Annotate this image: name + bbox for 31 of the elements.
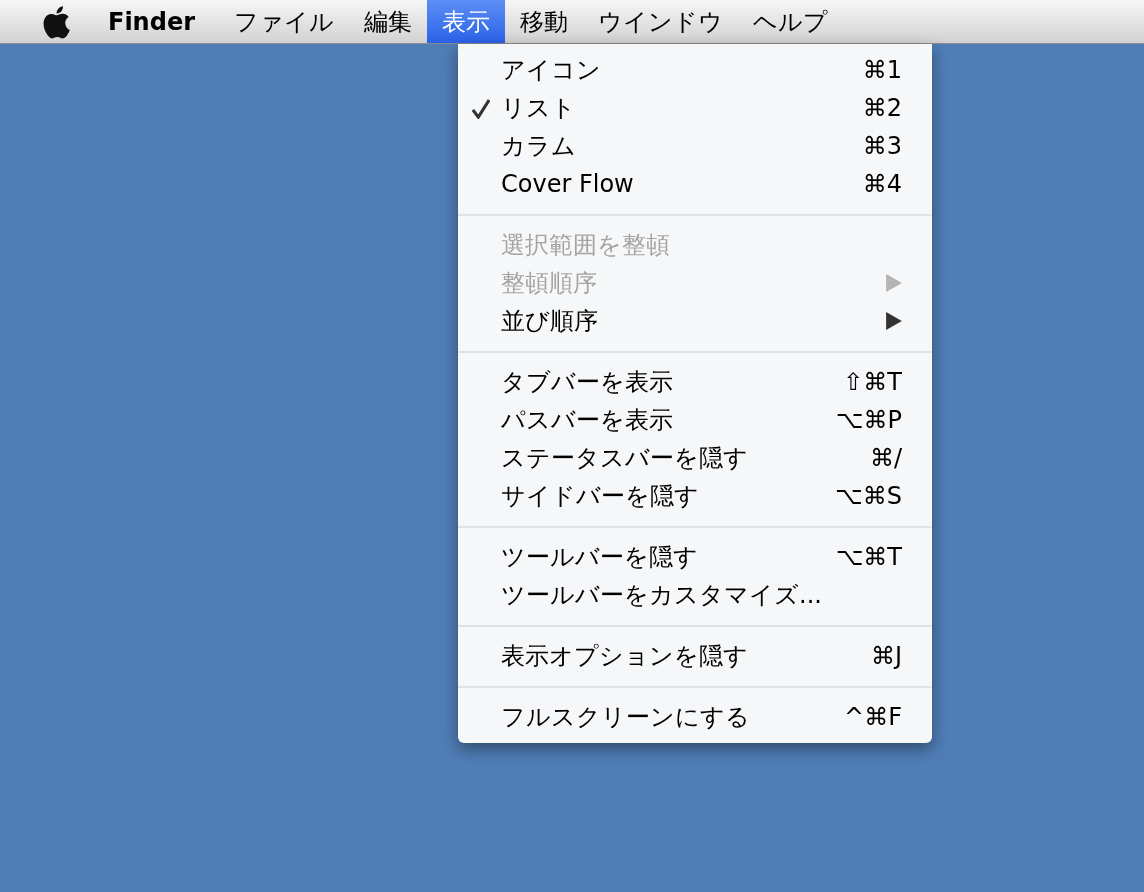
menu-item[interactable]: アイコン ⌘1 (458, 51, 932, 89)
shortcut: ⌘J (870, 641, 902, 672)
shortcut: ⌥⌘S (835, 481, 902, 512)
shortcut: ⌘4 (862, 169, 902, 200)
shortcut: ⌘2 (862, 93, 902, 124)
menu-title[interactable]: ウインドウ (583, 0, 738, 43)
app-menu[interactable]: Finder (108, 3, 195, 40)
menu-item[interactable]: タブバーを表示 ⇧⌘T (458, 363, 932, 401)
menu-title[interactable]: 移動 (505, 0, 583, 43)
menu-item[interactable]: 並び順序 (458, 302, 932, 340)
menu-item[interactable]: Cover Flow ⌘4 (458, 165, 932, 203)
menu-item[interactable]: 表示オプションを隠す ⌘J (458, 637, 932, 675)
menu-title[interactable]: ヘルプ (738, 0, 843, 43)
shortcut: ⌥⌘T (835, 542, 902, 573)
menu-item[interactable]: ツールバーを隠す ⌥⌘T (458, 538, 932, 576)
menu-item[interactable]: リスト ⌘2 (458, 89, 932, 127)
menu-item[interactable]: ツールバーをカスタマイズ... (458, 576, 932, 614)
shortcut: ⌥⌘P (835, 405, 902, 436)
menu-title[interactable]: 表示 (427, 0, 505, 43)
menu-title[interactable]: ファイル (219, 0, 349, 43)
shortcut: ⇧⌘T (843, 367, 902, 398)
menu-item[interactable]: サイドバーを隠す ⌥⌘S (458, 477, 932, 515)
shortcut: ^⌘F (844, 702, 902, 733)
menu-item[interactable]: カラム ⌘3 (458, 127, 932, 165)
menu-item[interactable]: フルスクリーンにする ^⌘F (458, 698, 932, 736)
menu-title[interactable]: 編集 (349, 0, 427, 43)
menu-item[interactable]: ステータスバーを隠す ⌘/ (458, 439, 932, 477)
shortcut: ⌘/ (869, 443, 902, 474)
menu-item[interactable]: パスバーを表示 ⌥⌘P (458, 401, 932, 439)
shortcut: ⌘1 (862, 55, 902, 86)
shortcut: ⌘3 (862, 131, 902, 162)
